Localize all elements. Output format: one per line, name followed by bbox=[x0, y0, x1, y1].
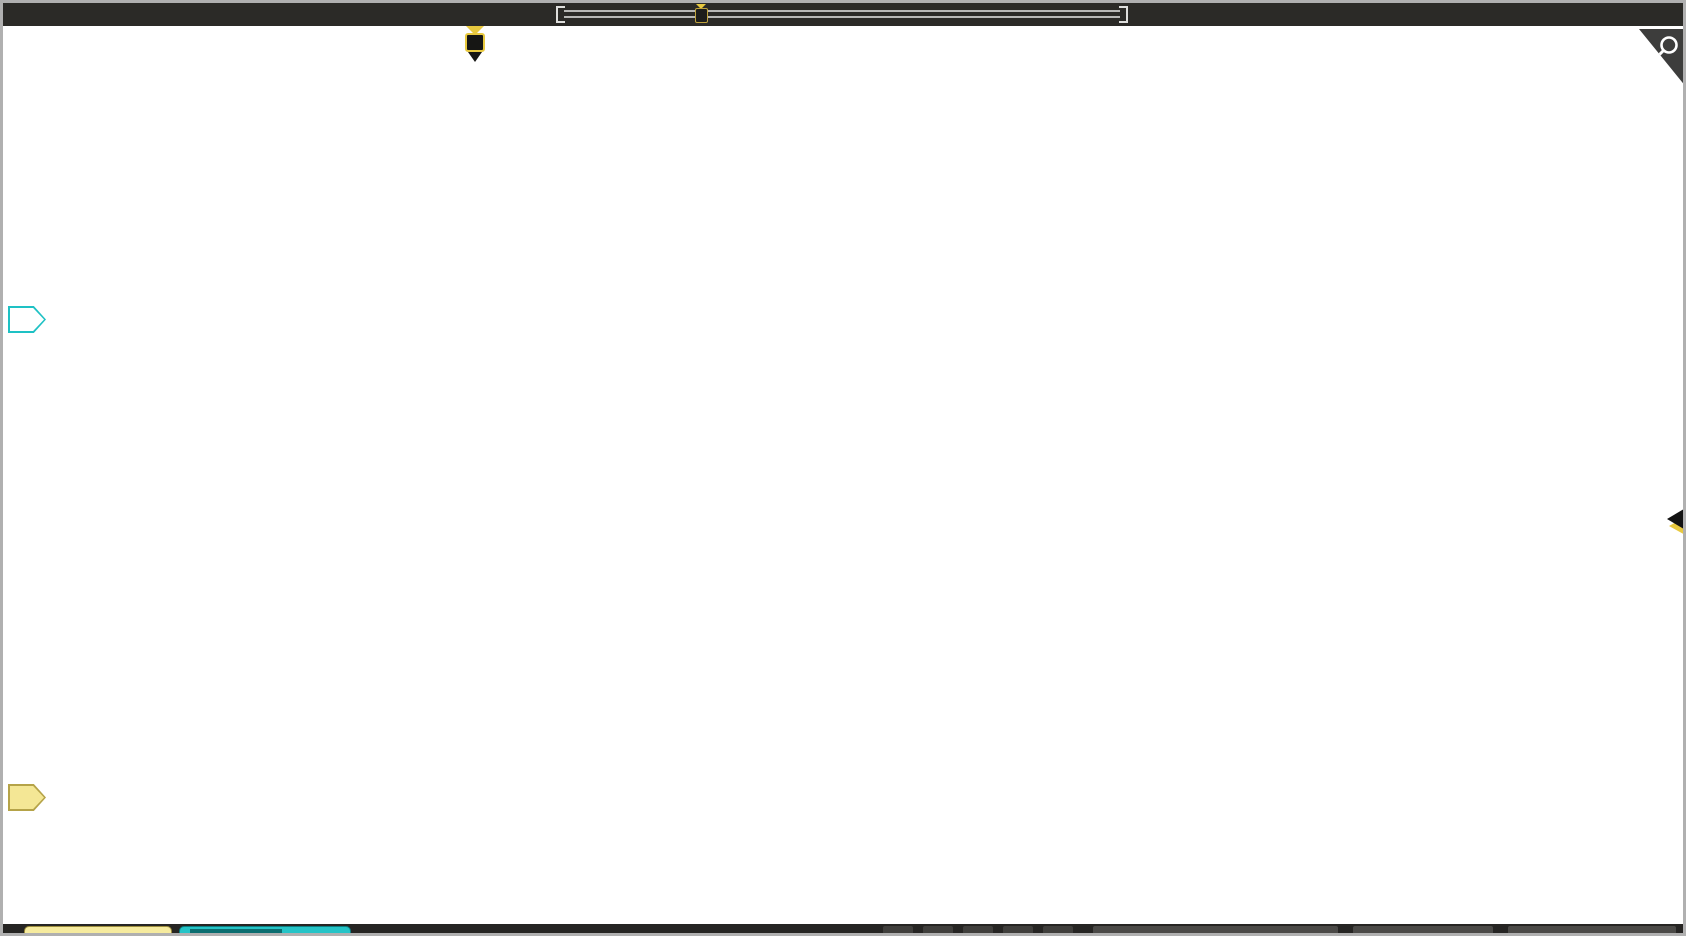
window-titlebar[interactable] bbox=[3, 3, 1683, 26]
trigger-t-icon bbox=[465, 33, 485, 52]
trigger-position-marker[interactable] bbox=[464, 26, 486, 66]
bottom-toolbar-button[interactable] bbox=[923, 926, 953, 936]
trigger-flag-tail bbox=[468, 52, 482, 62]
bottom-toolbar-panel[interactable] bbox=[1093, 926, 1338, 936]
bottom-channel1-badge-partial[interactable] bbox=[24, 926, 172, 936]
bottom-toolbar-partial bbox=[3, 924, 1683, 936]
overview-trigger-marker[interactable] bbox=[694, 4, 708, 25]
trigger-level-arrow-icon[interactable] bbox=[1663, 504, 1686, 542]
overview-right-bracket[interactable] bbox=[1119, 6, 1128, 23]
badge-label bbox=[8, 306, 37, 333]
overview-track-line bbox=[564, 10, 1120, 12]
acquisition-overview-bar[interactable] bbox=[556, 6, 1128, 23]
waveform-view-window bbox=[0, 0, 1686, 936]
channel-badge-c1[interactable] bbox=[8, 784, 46, 811]
overview-track-line bbox=[564, 16, 1120, 18]
bottom-channel2-badge-partial[interactable] bbox=[179, 926, 351, 936]
bottom-toolbar-button[interactable] bbox=[1003, 926, 1033, 936]
bottom-toolbar-panel[interactable] bbox=[1353, 926, 1493, 936]
trigger-level-arrow bbox=[1667, 506, 1686, 532]
overview-left-bracket[interactable] bbox=[556, 6, 565, 23]
bottom-toolbar-button[interactable] bbox=[883, 926, 913, 936]
badge-label bbox=[8, 784, 37, 811]
bottom-toolbar-button[interactable] bbox=[963, 926, 993, 936]
badge-content bbox=[190, 929, 282, 934]
trigger-t-icon bbox=[695, 8, 708, 23]
bottom-toolbar-panel[interactable] bbox=[1508, 926, 1676, 936]
waveform-plot[interactable] bbox=[3, 3, 1686, 936]
channel-badge-c2[interactable] bbox=[8, 306, 46, 333]
bottom-toolbar-button[interactable] bbox=[1043, 926, 1073, 936]
